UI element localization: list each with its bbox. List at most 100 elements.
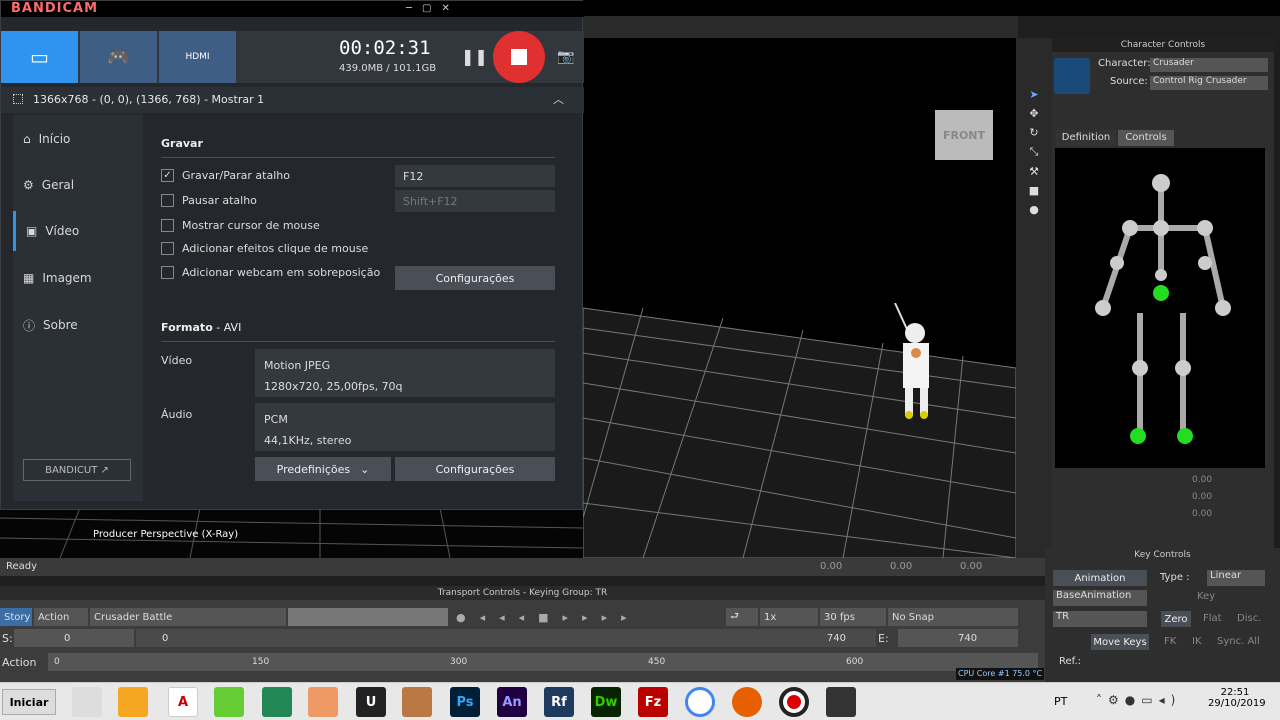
dreamweaver-app-icon[interactable]: Dw — [591, 687, 621, 717]
animation-button[interactable]: Animation — [1053, 570, 1147, 586]
sidebar-item-sobre[interactable]: ⓘ Sobre — [13, 305, 143, 345]
tool-app-icon[interactable] — [308, 687, 338, 717]
type-label: Type : — [1160, 572, 1190, 583]
3d-viewport[interactable]: FRONT — [583, 38, 1016, 558]
take-select[interactable]: Crusader Battle — [90, 608, 286, 626]
tray-icons[interactable]: ˄⚙●▭◂) — [1096, 693, 1181, 707]
chevron-down-icon: ⌄ — [360, 462, 370, 476]
gamepad-icon: 🎮 — [107, 46, 130, 68]
layer-select[interactable]: BaseAnimation — [1053, 590, 1147, 606]
snap-select[interactable]: No Snap — [888, 608, 1018, 626]
ik-button[interactable]: IK — [1192, 636, 1202, 647]
source-bar[interactable]: 1366x768 - (0, 0), (1366, 768) - Mostrar… — [1, 87, 584, 113]
playback-buttons[interactable]: ●◂◂◂■▸▸▸▸ — [456, 611, 726, 624]
stop-button[interactable] — [493, 31, 545, 83]
webcam-config-button[interactable]: Configurações — [395, 266, 555, 290]
type-select[interactable]: Linear — [1207, 570, 1265, 586]
collapse-icon[interactable]: ︿ — [553, 91, 564, 107]
view-cube[interactable]: FRONT — [935, 110, 993, 160]
source-select[interactable]: Control Rig Crusader — [1150, 76, 1268, 90]
animate-app-icon[interactable]: An — [497, 687, 527, 717]
bandicam-window: BANDICAM ─▢✕ ▭ 🎮 HDMI 00:02:31 439.0MB /… — [0, 0, 584, 510]
zero-button[interactable]: Zero — [1161, 611, 1191, 627]
sidebar-item-imagem[interactable]: ▦ Imagem — [13, 258, 143, 298]
format-config-button[interactable]: Configurações — [395, 457, 555, 481]
sidebar-item-inicio[interactable]: ⌂ Início — [13, 119, 143, 159]
fk-button[interactable]: FK — [1164, 636, 1176, 647]
video-format-info[interactable]: Motion JPEG 1280x720, 25,00fps, 70q — [255, 349, 555, 397]
bone-tool-icon[interactable]: ⚒ — [1029, 165, 1039, 178]
language-indicator[interactable]: PT — [1054, 695, 1067, 708]
gun-app-icon[interactable] — [402, 687, 432, 717]
group-select[interactable]: TR — [1053, 611, 1147, 627]
screenshot-icon[interactable]: 📷 — [557, 49, 574, 65]
pause-button[interactable]: ❚❚ — [461, 47, 488, 66]
move-keys-button[interactable]: Move Keys — [1091, 634, 1149, 650]
webcam-overlay-checkbox[interactable]: Adicionar webcam em sobreposição — [161, 266, 380, 279]
reallusion-app-icon[interactable]: Rf — [544, 687, 574, 717]
start-button[interactable]: Iniciar — [2, 689, 56, 715]
speed-select[interactable]: 1x — [760, 608, 818, 626]
range-slider[interactable]: 0 740 — [136, 629, 876, 647]
end-field[interactable]: 740 — [898, 629, 1018, 647]
crusader-character[interactable] — [883, 302, 943, 423]
rig-view[interactable] — [1055, 148, 1265, 468]
sync-all-button[interactable]: Sync. All — [1217, 636, 1260, 647]
mouse-cursor-checkbox[interactable]: Mostrar cursor de mouse — [161, 219, 320, 232]
story-tab[interactable]: Story — [0, 608, 32, 626]
taskbar: Iniciar A U Ps An Rf Dw Fz PT ˄⚙●▭◂) 22:… — [0, 682, 1280, 720]
chrome-app-icon[interactable] — [685, 687, 715, 717]
chart-app-icon[interactable] — [214, 687, 244, 717]
tick-label: 0 — [54, 657, 60, 667]
click-effects-checkbox[interactable]: Adicionar efeitos clique de mouse — [161, 242, 368, 255]
action-tab[interactable]: Action — [34, 608, 88, 626]
firefox-app-icon[interactable] — [732, 687, 762, 717]
record-hotkey-checkbox[interactable]: ✓ Gravar/Parar atalho — [161, 169, 290, 182]
screen-mode-button[interactable]: ▭ — [1, 31, 78, 83]
terminal-app-icon[interactable] — [262, 687, 292, 717]
pause-hotkey-field[interactable]: Shift+F12 — [395, 190, 555, 212]
media-app-icon[interactable] — [118, 687, 148, 717]
audio-format-info[interactable]: PCM 44,1KHz, stereo — [255, 403, 555, 451]
move-tool-icon[interactable]: ✥ — [1029, 107, 1038, 120]
gear-icon: ⚙ — [23, 178, 34, 192]
flat-button[interactable]: Flat — [1203, 613, 1222, 624]
sidebar-item-geral[interactable]: ⚙ Geral — [13, 165, 143, 205]
scale-tool-icon[interactable]: ⤡ — [1030, 145, 1039, 159]
character-select[interactable]: Crusader — [1150, 58, 1268, 72]
timeline-ruler[interactable]: 0 150 300 450 600 — [48, 653, 1038, 671]
fps-select[interactable]: 30 fps — [820, 608, 886, 626]
sidebar-item-label: Início — [38, 132, 71, 146]
cube-tool-icon[interactable]: ■ — [1029, 184, 1039, 197]
window-controls[interactable]: ─▢✕ — [406, 3, 460, 14]
tab-controls[interactable]: Controls — [1118, 130, 1174, 146]
iclone-app-icon[interactable] — [826, 687, 856, 717]
character-label: Character: — [1098, 58, 1151, 69]
sidebar-item-label: Sobre — [43, 318, 78, 332]
tick-label: 300 — [450, 657, 468, 667]
pdf-app-icon[interactable]: A — [168, 687, 198, 717]
timeline-scroll[interactable] — [288, 608, 448, 626]
record-hotkey-field[interactable]: F12 — [395, 165, 555, 187]
presets-button[interactable]: Predefinições ⌄ — [255, 457, 391, 481]
clock[interactable]: 22:51 29/10/2019 — [1208, 687, 1266, 709]
loop-button[interactable]: ⮐ — [726, 608, 758, 626]
key-button[interactable]: Key — [1197, 591, 1215, 602]
select-tool-icon[interactable]: ➤ — [1029, 88, 1038, 101]
start-field[interactable]: 0 — [14, 629, 134, 647]
photoshop-app-icon[interactable]: Ps — [450, 687, 480, 717]
pause-hotkey-checkbox[interactable]: Pausar atalho — [161, 194, 257, 207]
disc-button[interactable]: Disc. — [1237, 613, 1261, 624]
sidebar-item-label: Vídeo — [45, 224, 80, 238]
tab-definition[interactable]: Definition — [1056, 130, 1116, 146]
sphere-tool-icon[interactable]: ● — [1029, 203, 1039, 216]
unreal-app-icon[interactable]: U — [356, 687, 386, 717]
filezilla-app-icon[interactable]: Fz — [638, 687, 668, 717]
rotate-tool-icon[interactable]: ↻ — [1029, 126, 1038, 139]
sidebar-item-video[interactable]: ▣ Vídeo — [13, 211, 143, 251]
game-mode-button[interactable]: 🎮 — [80, 31, 157, 83]
hdmi-mode-button[interactable]: HDMI — [159, 31, 236, 83]
bandicam-app-icon[interactable] — [779, 687, 809, 717]
bandicut-button[interactable]: BANDICUT ↗ — [23, 459, 131, 481]
clock-app-icon[interactable] — [72, 687, 102, 717]
